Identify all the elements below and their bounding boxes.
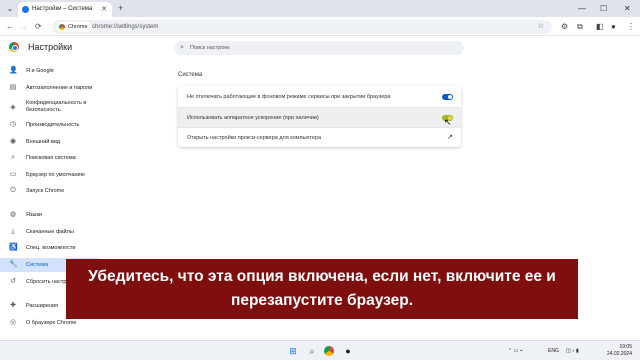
proxy-settings-row[interactable]: Открыть настройки прокси-сервера для ком… (178, 127, 461, 147)
sidebar-item-on-startup[interactable]: ⏻ Запуск Chrome (0, 184, 104, 198)
minimize-button[interactable]: — (578, 3, 586, 14)
toolbar: ← → ⟳ Chrome chrome://settings/system ☆ … (0, 17, 640, 36)
sidebar-item-autofill[interactable]: ▤ Автозаполнение и пароли (0, 81, 104, 95)
puzzle-icon: ✚ (10, 302, 16, 309)
app-taskbar-icon[interactable]: ● (342, 345, 354, 357)
maximize-button[interactable]: ☐ (600, 3, 607, 14)
download-icon: ⤓ (11, 228, 15, 235)
url-text[interactable]: chrome://settings/system (92, 20, 158, 34)
row-label: Открыть настройки прокси-сервера для ком… (187, 135, 322, 141)
address-bar[interactable]: Chrome chrome://settings/system ☆ (52, 20, 552, 34)
wrench-icon: 🔧 (9, 261, 18, 268)
mouse-cursor-icon: ↖ (444, 117, 452, 127)
menu-icon[interactable]: ⋮ (627, 21, 635, 32)
taskbar-search-icon[interactable]: ⌕ (306, 345, 318, 357)
start-icon[interactable]: ⊞ (287, 345, 299, 357)
sidebar-item-label: Расширения (26, 303, 58, 309)
back-button[interactable]: ← (6, 21, 14, 32)
tab-title: Настройки – Система (32, 6, 93, 12)
sidebar-item-appearance[interactable]: ◉ Внешний вид (0, 135, 104, 149)
open-external-icon[interactable]: ↗ (447, 128, 453, 148)
row-label: Не отключать работающие в фоновом режиме… (187, 94, 391, 100)
chrome-taskbar-icon[interactable] (324, 346, 334, 356)
search-placeholder: Поиск настроек (190, 45, 230, 51)
system-settings-card: Не отключать работающие в фоновом режиме… (178, 86, 461, 147)
sidebar-item-languages[interactable]: ◍ Языки (0, 208, 104, 222)
sidebar-item-label: Конфиденциальность и (26, 100, 87, 106)
sidebar-item-label: О браузере Chrome (26, 320, 77, 326)
chrome-icon (59, 24, 65, 30)
hardware-acceleration-row[interactable]: Использовать аппаратное ускорение (при н… (178, 107, 461, 127)
sidebar-item-accessibility[interactable]: ♿ Спец. возможности (0, 241, 104, 255)
search-input[interactable]: ⌕ Поиск настроек (174, 41, 464, 55)
star-icon[interactable]: ☆ (538, 20, 544, 34)
sidebar-item-label: Языки (26, 212, 42, 218)
background-apps-toggle[interactable] (442, 94, 453, 100)
background-apps-row[interactable]: Не отключать работающие в фоновом режиме… (178, 87, 461, 107)
caption-banner: Убедитесь, что эта опция включена, если … (66, 259, 578, 319)
section-title: Система (178, 72, 203, 78)
close-window-button[interactable]: ✕ (624, 3, 631, 14)
sidebar-item-label: Производительность (26, 122, 80, 128)
tab-strip: ⌄ Настройки – Система ✕ + — ☐ ✕ (0, 0, 640, 17)
speedometer-icon: ◷ (9, 121, 17, 128)
caption-line-2: перезапустите браузер. (230, 292, 414, 309)
globe-icon: ◍ (9, 211, 17, 218)
sidebar-item-privacy[interactable]: ◈ Конфиденциальность и безопасность (0, 100, 104, 114)
site-info-chip[interactable]: Chrome (56, 22, 92, 32)
sidebar-item-downloads[interactable]: ⤓ Скачанные файлы (0, 225, 104, 239)
palette-icon: ◉ (9, 138, 17, 145)
translate-icon[interactable]: ⚙ (561, 21, 568, 32)
forward-button[interactable]: → (20, 21, 28, 32)
reset-icon: ↺ (10, 278, 16, 285)
caption-line-1: Убедитесь, что эта опция включена, если … (88, 268, 556, 285)
clock[interactable]: 19:05 24.02.2024 (607, 344, 632, 358)
search-icon: ⌕ (11, 154, 15, 161)
sidebar-item-label: Поисковая система (26, 155, 76, 161)
profile-icon[interactable]: ● (611, 21, 616, 32)
new-tab-button[interactable]: + (118, 2, 123, 15)
clipboard-icon: ▤ (9, 84, 17, 91)
sidebar-item-label: Спец. возможности (26, 245, 76, 251)
network-volume-icons[interactable]: ◫ ♪ ▮ (566, 341, 579, 361)
sidebar-item-label: Автозаполнение и пароли (26, 85, 93, 91)
page-title: Настройки (28, 42, 73, 52)
chrome-icon: ◎ (9, 319, 17, 326)
reload-button[interactable]: ⟳ (35, 21, 42, 32)
sidebar-item-label: Система (26, 262, 49, 268)
sidebar-item-performance[interactable]: ◷ Производительность (0, 118, 104, 132)
tray-icons[interactable]: ⌃ ▭ ⌁ (508, 341, 523, 361)
tab-close-icon[interactable]: ✕ (101, 2, 107, 17)
search-icon: ⌕ (180, 44, 184, 51)
power-icon: ⏻ (10, 187, 16, 194)
sidebar-item-label: Запуск Chrome (26, 188, 65, 194)
sidebar-item-default-browser[interactable]: ▭ Браузер по умолчанию (0, 168, 104, 182)
row-label: Использовать аппаратное ускорение (при н… (187, 115, 319, 121)
sidebar-item-label-line2: безопасность (26, 107, 61, 113)
language-indicator[interactable]: ENG (548, 341, 559, 361)
chrome-logo-icon (9, 42, 19, 52)
tab-search-button[interactable]: ⌄ (4, 3, 16, 14)
extensions-icon[interactable]: ⧉ (577, 21, 583, 32)
accessibility-icon: ♿ (9, 244, 18, 251)
tab-settings[interactable]: Настройки – Система ✕ (18, 2, 112, 17)
taskbar: ⊞ ⌕ ● ⌃ ▭ ⌁ ENG ◫ ♪ ▮ 19:05 24.02.2024 (0, 340, 640, 360)
sidebar-item-label: Я и Google (26, 68, 54, 74)
sidebar-item-label: Внешний вид (26, 139, 61, 145)
sidebar-item-label: Браузер по умолчанию (26, 172, 85, 178)
time: 19:05 (619, 344, 632, 350)
browser-icon: ▭ (9, 171, 17, 178)
person-icon: 👤 (9, 67, 18, 74)
sidebar-item-label: Скачанные файлы (26, 229, 74, 235)
settings-favicon-icon (22, 6, 29, 13)
side-panel-icon[interactable]: ◧ (596, 21, 604, 32)
shield-icon: ◈ (10, 104, 16, 111)
settings-header: Настройки ⌕ Поиск настроек (0, 36, 640, 60)
date: 24.02.2024 (606, 351, 632, 357)
sidebar-item-search-engine[interactable]: ⌕ Поисковая система (0, 151, 104, 165)
chip-label: Chrome (68, 24, 88, 30)
sidebar-item-you-and-google[interactable]: 👤 Я и Google (0, 64, 104, 78)
